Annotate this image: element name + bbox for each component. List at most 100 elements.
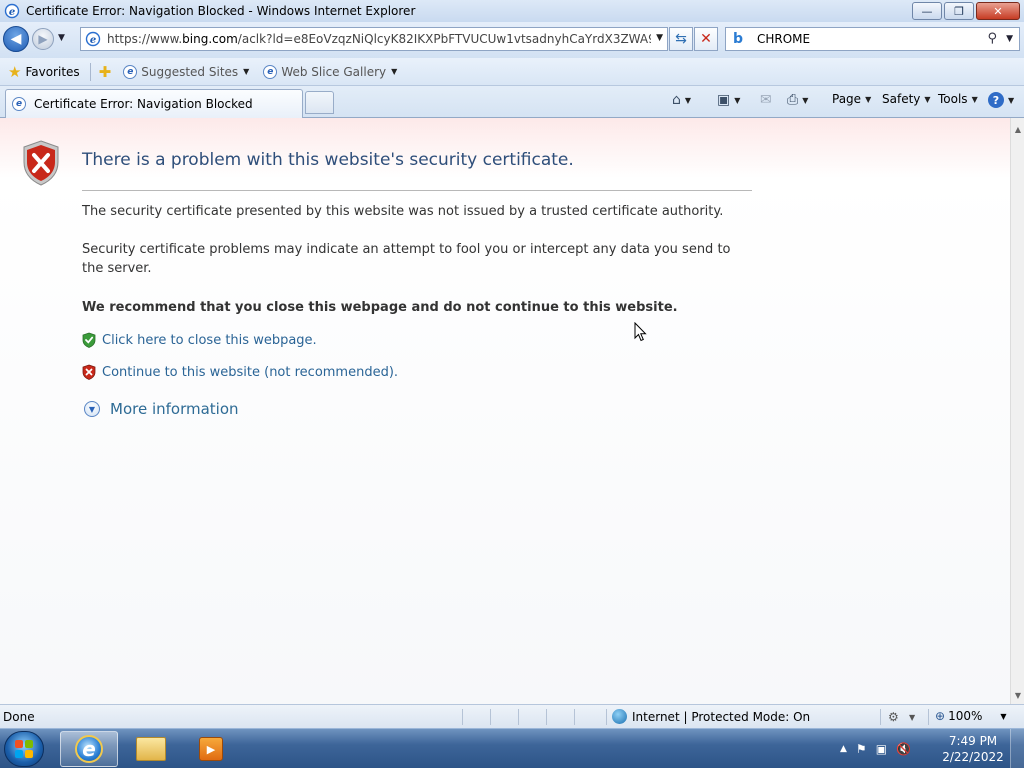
rss-feed-icon: ▣ (717, 92, 731, 108)
stop-button[interactable]: ✕ (694, 27, 718, 51)
svg-text:e: e (9, 7, 15, 18)
refresh-button[interactable]: ⇆ (669, 27, 693, 51)
close-webpage-link[interactable]: Click here to close this webpage. (82, 332, 317, 348)
ie-app-icon: e (4, 3, 20, 19)
recent-pages-dropdown[interactable]: ▼ (58, 33, 65, 43)
more-information-toggle[interactable]: ▼ More information (84, 400, 239, 418)
feeds-button[interactable]: ▣ ▼ (717, 92, 740, 108)
continue-website-label: Continue to this website (not recommende… (102, 364, 399, 380)
start-button[interactable] (4, 731, 44, 767)
favorites-label: Favorites (25, 64, 80, 79)
tab-label: Certificate Error: Navigation Blocked (34, 97, 253, 111)
address-bar[interactable]: e https://www.bing.com/aclk?ld=e8EoVzqzN… (80, 27, 668, 51)
zoom-level: 100% (948, 709, 983, 723)
url-domain: bing.com (182, 32, 238, 46)
status-divider (518, 709, 519, 725)
taskbar-windows-explorer[interactable] (122, 731, 180, 767)
search-box[interactable]: b CHROME ⚲ ▼ (725, 27, 1020, 51)
tools-menu-button[interactable]: Tools ▼ (938, 92, 978, 106)
favorites-bar: ★ Favorites ✚ e Suggested Sites ▼ e Web … (0, 58, 1024, 86)
chevron-down-icon[interactable]: ▼ (909, 713, 915, 722)
restore-button[interactable]: ❐ (944, 2, 974, 20)
scroll-up-icon[interactable]: ▲ (1011, 122, 1024, 136)
chevron-down-icon: ▼ (865, 94, 872, 104)
home-button[interactable]: ⌂ ▼ (672, 92, 691, 108)
ie-page-icon: e (263, 64, 278, 79)
status-divider (546, 709, 547, 725)
url-prefix: https://www. (107, 32, 183, 46)
address-dropdown[interactable]: ▼ (656, 33, 663, 43)
back-button[interactable]: ◀ (3, 26, 29, 52)
tab-ie-icon: e (12, 97, 26, 111)
taskbar: e ▶ ▲ ⚑ ▣ 🔇 7:49 PM 2/22/2022 (0, 728, 1024, 768)
zoom-level-button[interactable]: ⊕ 100% ▼ (935, 709, 1007, 723)
read-mail-button[interactable]: ✉ (760, 92, 772, 108)
taskbar-internet-explorer[interactable]: e (60, 731, 118, 767)
printer-icon: ⎙ (787, 92, 799, 108)
continue-website-link[interactable]: Continue to this website (not recommende… (82, 364, 398, 380)
status-divider (574, 709, 575, 725)
media-player-icon: ▶ (199, 737, 223, 761)
arrow-left-icon: ◀ (10, 31, 22, 47)
safety-menu-button[interactable]: Safety ▼ (882, 92, 931, 106)
favorites-divider (89, 62, 91, 81)
mouse-cursor-icon (634, 322, 647, 342)
window-controls: — ❐ ✕ (910, 2, 1020, 20)
help-button[interactable]: ? ▼ (988, 92, 1014, 108)
taskbar-media-player[interactable]: ▶ (182, 731, 240, 767)
internet-explorer-icon: e (75, 735, 103, 763)
print-button[interactable]: ⎙ ▼ (787, 92, 808, 108)
page-title: There is a problem with this website's s… (82, 150, 574, 170)
security-zone-indicator[interactable]: Internet | Protected Mode: On (612, 709, 810, 724)
status-divider (928, 709, 929, 725)
gear-icon[interactable]: ⚙ (888, 710, 899, 724)
search-input[interactable]: CHROME (757, 32, 810, 46)
flag-icon[interactable]: ⚑ (856, 742, 867, 756)
refresh-icon: ⇆ (675, 31, 687, 47)
tab-row: e Certificate Error: Navigation Blocked … (0, 86, 1024, 118)
window-title: Certificate Error: Navigation Blocked - … (26, 4, 416, 18)
close-window-button[interactable]: ✕ (976, 2, 1020, 20)
search-options-dropdown[interactable]: ▼ (1006, 34, 1013, 44)
security-zone-label: Internet | Protected Mode: On (632, 709, 811, 724)
vertical-scrollbar[interactable]: ▲ ▼ (1010, 118, 1024, 704)
search-icon[interactable]: ⚲ (987, 31, 997, 46)
new-tab-button[interactable] (305, 91, 334, 114)
chevron-down-icon: ▼ (1000, 711, 1007, 721)
bing-icon: b (733, 31, 744, 47)
shield-check-icon (82, 332, 96, 348)
add-favorites-bar-button[interactable]: ✚ (99, 63, 116, 81)
window-title-bar[interactable]: e Certificate Error: Navigation Blocked … (0, 0, 1024, 22)
clock-date: 2/22/2022 (942, 750, 1004, 764)
favorites-item-label: Suggested Sites (141, 64, 239, 79)
title-divider (82, 190, 752, 191)
page-menu-button[interactable]: Page ▼ (832, 92, 871, 106)
network-icon[interactable]: ▣ (876, 742, 887, 756)
safety-menu-label: Safety (882, 92, 921, 106)
windows-logo-icon (15, 740, 33, 758)
system-tray: ▲ ⚑ ▣ 🔇 (840, 729, 920, 768)
address-url[interactable]: https://www.bing.com/aclk?ld=e8EoVzqzNiQ… (107, 32, 651, 46)
tray-expand-icon[interactable]: ▲ (840, 744, 847, 754)
tab-certificate-error[interactable]: e Certificate Error: Navigation Blocked (5, 89, 303, 118)
chevron-down-icon: ▼ (1008, 95, 1015, 105)
shield-error-icon (23, 140, 59, 186)
page-menu-label: Page (832, 92, 862, 106)
chevron-down-icon: ▼ (802, 95, 809, 105)
minimize-button[interactable]: — (912, 2, 942, 20)
chevron-down-icon: ▼ (684, 95, 692, 105)
volume-muted-icon[interactable]: 🔇 (896, 742, 911, 756)
favorites-button[interactable]: ★ Favorites (8, 63, 80, 81)
forward-button[interactable]: ▶ (32, 28, 54, 50)
favorites-item-web-slice-gallery[interactable]: e Web Slice Gallery ▼ (263, 64, 397, 79)
favorites-item-suggested-sites[interactable]: e Suggested Sites ▼ (123, 64, 250, 79)
taskbar-clock[interactable]: 7:49 PM 2/22/2022 (940, 733, 1006, 765)
more-information-label: More information (110, 400, 239, 418)
scroll-down-icon[interactable]: ▼ (1011, 688, 1024, 702)
folder-icon (136, 737, 166, 761)
recommendation-text: We recommend that you close this webpage… (82, 300, 678, 315)
chevron-down-icon: ▼ (924, 94, 931, 104)
show-desktop-button[interactable] (1010, 729, 1024, 768)
favorites-item-label: Web Slice Gallery (281, 64, 387, 79)
chevron-down-icon: ▼ (243, 67, 250, 76)
